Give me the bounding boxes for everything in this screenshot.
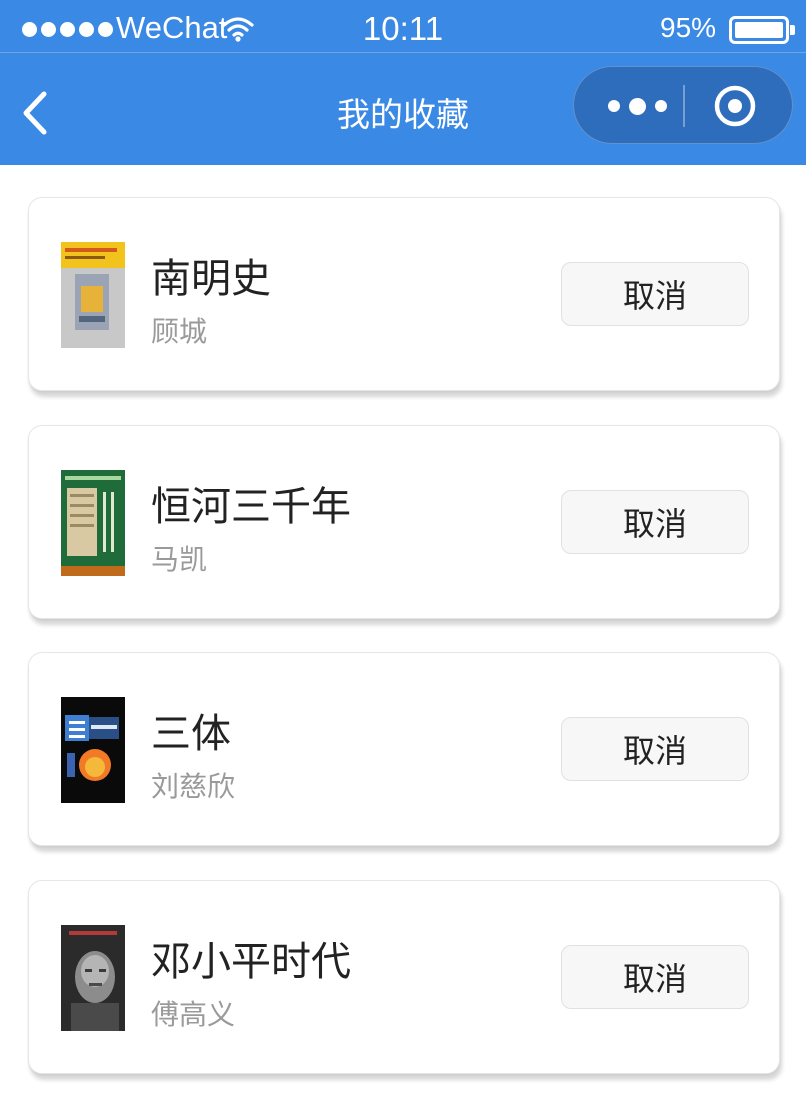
favorite-card: 邓小平时代 傅高义 取消 [28,880,780,1074]
battery-percent: 95% [660,12,717,43]
status-bar: WeChat 10:11 95% [0,0,806,56]
battery-icon [729,16,795,44]
favorite-card: 南明史 顾城 取消 [28,197,780,391]
close-target-icon[interactable] [712,83,758,129]
book-author: 傅高义 [151,998,236,1031]
more-dots-icon[interactable] [592,81,682,131]
book-cover-image [61,470,125,576]
cancel-favorite-button[interactable]: 取消 [561,490,749,554]
book-title: 邓小平时代 [151,939,351,985]
cancel-favorite-button[interactable]: 取消 [561,262,749,326]
favorite-card: 三体 刘慈欣 取消 [28,652,780,846]
cancel-favorite-button[interactable]: 取消 [561,945,749,1009]
book-author: 刘慈欣 [151,770,236,803]
favorite-card: 恒河三千年 马凯 取消 [28,425,780,619]
book-author: 顾城 [151,315,208,348]
book-cover-image [61,242,125,348]
status-divider [0,52,806,53]
capsule-divider [683,85,685,127]
book-title: 南明史 [151,256,271,302]
cancel-favorite-button[interactable]: 取消 [561,717,749,781]
navigation-header: WeChat 10:11 95% 我的收藏 [0,0,806,165]
book-cover-image [61,925,125,1031]
book-cover-image [61,697,125,803]
book-title: 恒河三千年 [151,484,351,530]
mini-program-capsule [573,66,793,144]
book-author: 马凯 [151,543,208,576]
book-title: 三体 [151,711,231,757]
